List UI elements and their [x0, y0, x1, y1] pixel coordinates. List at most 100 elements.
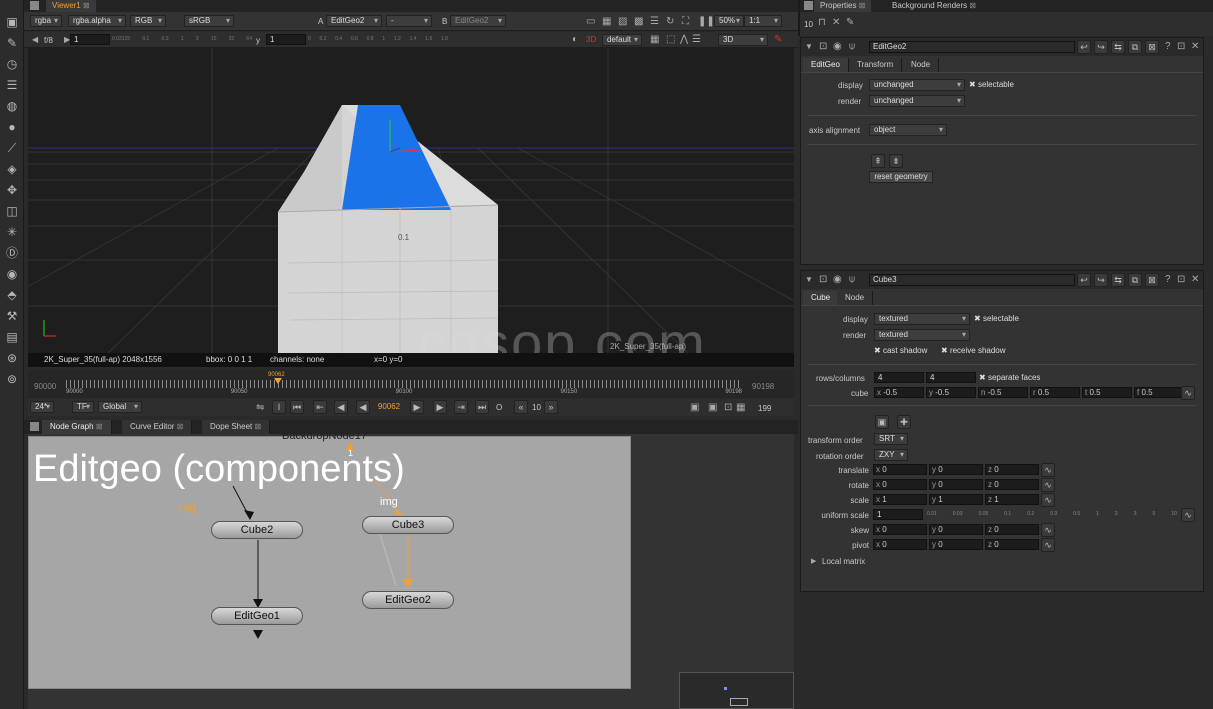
tab-transform[interactable]: Transform: [849, 58, 903, 72]
tab-node[interactable]: Node: [903, 58, 940, 72]
cast-shadow-checkbox[interactable]: ✖ cast shadow: [874, 346, 927, 355]
expand-icon[interactable]: ▶: [811, 557, 816, 567]
image-icon[interactable]: ▣: [4, 14, 20, 30]
close-icon[interactable]: ⊠: [255, 422, 262, 431]
draw-icon[interactable]: ✎: [4, 35, 20, 51]
maximize-icon[interactable]: ⊡: [1177, 42, 1185, 52]
curve-icon[interactable]: ∿: [1041, 463, 1055, 477]
node-cube3[interactable]: Cube3: [362, 516, 454, 534]
3d-icon[interactable]: ◫: [4, 203, 20, 219]
receive-shadow-checkbox[interactable]: ✖ receive shadow: [941, 346, 1006, 355]
settings-icon[interactable]: ⇋: [256, 403, 264, 413]
furnace-icon[interactable]: ⊛: [4, 350, 20, 366]
editgeo-name[interactable]: EditGeo2: [869, 41, 1075, 53]
pivot-z-field[interactable]: z 0: [985, 539, 1039, 550]
gamma-field[interactable]: 1: [266, 34, 306, 45]
tab-background-renders[interactable]: Background Renders ⊠: [886, 0, 982, 12]
axis-handle-icon[interactable]: ✚: [897, 415, 911, 429]
rotate-y-field[interactable]: y 0: [929, 479, 983, 490]
maximize-icon[interactable]: ⊡: [1177, 275, 1185, 285]
node-editgeo1[interactable]: EditGeo1: [211, 607, 303, 625]
view-mode-dropdown[interactable]: 3D: [718, 34, 768, 46]
rotation-order-dropdown[interactable]: ZXY: [874, 449, 908, 461]
lock-icon[interactable]: ▦: [650, 35, 659, 45]
close-icon[interactable]: ⊠: [96, 422, 103, 431]
gain-field[interactable]: 1: [70, 34, 110, 45]
render-dropdown[interactable]: unchanged: [869, 95, 965, 107]
float-icon[interactable]: ⧉: [1128, 273, 1142, 287]
tf-dropdown[interactable]: TF: [72, 401, 94, 413]
plugin-icon[interactable]: ⊚: [4, 371, 20, 387]
minimap[interactable]: [679, 672, 794, 709]
close-panel-icon[interactable]: ⊠: [1145, 40, 1159, 54]
scale-x-field[interactable]: x 1: [873, 494, 927, 505]
collapse-icon[interactable]: ▼: [805, 42, 813, 52]
float-icon[interactable]: ⧉: [1128, 40, 1142, 54]
node-editgeo2[interactable]: EditGeo2: [362, 591, 454, 609]
transform-handle-icon[interactable]: ▣: [875, 415, 889, 429]
rotate-z-field[interactable]: z 0: [985, 479, 1039, 490]
rotate-x-field[interactable]: x 0: [873, 479, 927, 490]
help-icon[interactable]: ?: [1165, 42, 1171, 52]
next-frame-button[interactable]: ▶: [433, 400, 447, 414]
skew-y-field[interactable]: y 0: [929, 524, 983, 535]
grid-icon[interactable]: ▦: [602, 17, 611, 27]
uniform-scale-slider[interactable]: 0.01 0.03 0.05 0.1 0.2 0.3 0.5 1 2 3 5 10: [927, 511, 1177, 520]
stop-icon[interactable]: ▣: [690, 403, 699, 413]
cube-field-y[interactable]: y -0.5: [926, 387, 976, 398]
alpha-dropdown[interactable]: rgba.alpha: [68, 15, 126, 27]
display-dropdown[interactable]: unchanged: [869, 79, 965, 91]
edit-icon[interactable]: ✎: [846, 18, 854, 28]
step-fwd-button[interactable]: »: [544, 400, 558, 414]
cache-icon[interactable]: ▣: [708, 403, 717, 413]
other-icon[interactable]: ▤: [4, 329, 20, 345]
tab-properties[interactable]: Properties ⊠: [814, 0, 872, 12]
step-field[interactable]: 10: [532, 403, 541, 412]
uniform-scale-field[interactable]: 1: [873, 509, 923, 520]
toolsets-icon[interactable]: ⚒: [4, 308, 20, 324]
curve-icon[interactable]: ∿: [1041, 493, 1055, 507]
end-frame-field[interactable]: 199: [758, 404, 771, 413]
gain-slider[interactable]: 0.03125 0.1 0.3 1 3 10 32 64: [112, 36, 252, 44]
cube-field-x[interactable]: x -0.5: [874, 387, 924, 398]
particles-icon[interactable]: ✳: [4, 224, 20, 240]
camera-dropdown[interactable]: default: [602, 34, 642, 46]
step-back-button[interactable]: «: [514, 400, 528, 414]
first-frame-button[interactable]: ⏮: [290, 400, 304, 414]
wipe-dropdown[interactable]: -: [386, 15, 432, 27]
pane-menu-icon[interactable]: [30, 422, 39, 431]
fullscreen-icon[interactable]: ⛶: [682, 17, 689, 27]
close-icon[interactable]: ✕: [1191, 275, 1199, 285]
tab-dope-sheet[interactable]: Dope Sheet ⊠: [202, 420, 271, 434]
input-b-dropdown[interactable]: EditGeo2: [450, 15, 506, 27]
columns-field[interactable]: 4: [926, 372, 976, 383]
deep-icon[interactable]: Ⓓ: [4, 245, 20, 261]
display-dropdown[interactable]: RGB: [130, 15, 166, 27]
list-icon[interactable]: ☰: [692, 35, 701, 45]
timeline[interactable]: 90000 90198 90000 90050 90100 90150 90198 90…: [28, 370, 794, 398]
redo-icon[interactable]: ↪: [1094, 273, 1108, 287]
collapse-icon[interactable]: ▼: [805, 275, 813, 285]
cube-field-r[interactable]: r 0.5: [1030, 387, 1080, 398]
fps-dropdown[interactable]: 24*: [30, 401, 54, 413]
curve-icon[interactable]: ∿: [1041, 523, 1055, 537]
view-icon[interactable]: ◉: [833, 42, 842, 52]
global-dropdown[interactable]: Global: [98, 401, 142, 413]
paint-icon[interactable]: ✎: [774, 34, 782, 45]
in-point-button[interactable]: I: [272, 400, 286, 414]
transform-icon[interactable]: ✥: [4, 182, 20, 198]
cube-field-t[interactable]: t 0.5: [1082, 387, 1132, 398]
translate-z-field[interactable]: z 0: [985, 464, 1039, 475]
remove-vertex-icon[interactable]: ⇟: [889, 154, 903, 168]
prev-frame-button[interactable]: ◀: [334, 400, 348, 414]
loop-toggle[interactable]: O: [496, 403, 502, 412]
keyer-icon[interactable]: ⟋: [4, 140, 20, 156]
lock-icon[interactable]: ⊓: [818, 18, 826, 28]
close-icon[interactable]: ⊠: [177, 422, 184, 431]
pause-icon[interactable]: ❚❚: [698, 17, 715, 27]
merge-icon[interactable]: ◈: [4, 161, 20, 177]
lut-dropdown[interactable]: sRGB: [184, 15, 234, 27]
play-button[interactable]: ▶: [410, 400, 424, 414]
max-panels-field[interactable]: 10: [804, 20, 813, 29]
color-icon[interactable]: ◍: [4, 98, 20, 114]
